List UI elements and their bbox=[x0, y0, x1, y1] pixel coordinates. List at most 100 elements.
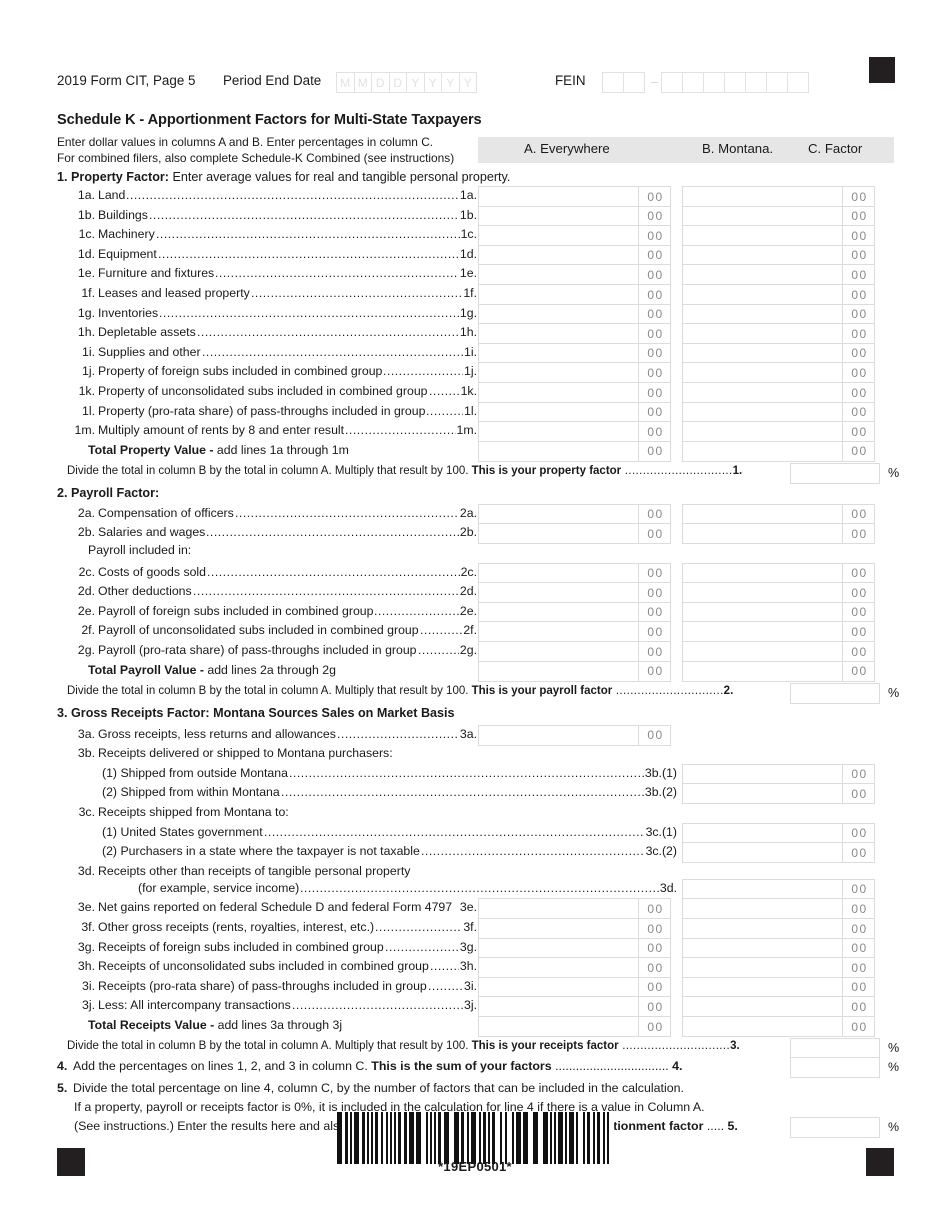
char-box-6[interactable] bbox=[787, 72, 809, 93]
amount-field-column-a[interactable]: 00 bbox=[478, 303, 671, 325]
amount-field-column-a[interactable]: 00 bbox=[478, 1016, 671, 1037]
amount-field-column-a[interactable]: 00 bbox=[478, 362, 671, 384]
amount-field-column-a[interactable]: 00 bbox=[478, 660, 671, 682]
amount-field-column-a[interactable]: 00 bbox=[478, 205, 671, 227]
amount-field-column-b[interactable]: 00 bbox=[682, 284, 875, 305]
amount-field-column-b[interactable]: 00 bbox=[682, 440, 875, 462]
form-page: 2019 Form CIT, Page 5 Period End Date MM… bbox=[0, 0, 950, 1230]
char-box-0[interactable] bbox=[602, 72, 624, 93]
amount-field-column-b[interactable]: 00 bbox=[682, 186, 875, 207]
amount-field-column-a[interactable]: 00 bbox=[478, 401, 671, 423]
line-row-total-payroll: Total Payroll Value - add lines 2a throu… bbox=[57, 660, 897, 682]
amount-field-column-a[interactable]: 00 bbox=[478, 503, 671, 525]
amount-field-column-b[interactable]: 00 bbox=[682, 1016, 875, 1037]
amount-field-column-a[interactable]: 00 bbox=[478, 342, 671, 364]
line-caption: Multiply amount of rents by 8 and enter … bbox=[98, 423, 345, 438]
amount-field-column-b[interactable]: 00 bbox=[682, 225, 875, 247]
amount-field-column-b[interactable]: 00 bbox=[682, 382, 875, 403]
percent-field[interactable] bbox=[790, 462, 880, 484]
amount-field-column-a[interactable]: 00 bbox=[478, 582, 671, 604]
char-box-6[interactable]: Y bbox=[441, 72, 460, 93]
char-box-1[interactable] bbox=[682, 72, 704, 93]
amount-field-column-b[interactable]: 00 bbox=[682, 763, 875, 785]
char-box-1[interactable] bbox=[623, 72, 645, 93]
amount-field-column-b[interactable]: 00 bbox=[682, 842, 875, 864]
amount-field-column-a[interactable]: 00 bbox=[478, 225, 671, 247]
amount-field-column-a[interactable]: 00 bbox=[478, 898, 671, 920]
amount-field-column-b[interactable]: 00 bbox=[682, 601, 875, 623]
amount-field-column-a[interactable]: 00 bbox=[478, 918, 671, 939]
char-box-4[interactable]: Y bbox=[406, 72, 425, 93]
amount-field-column-b[interactable]: 00 bbox=[682, 898, 875, 920]
amount-field-column-b[interactable]: 00 bbox=[682, 937, 875, 959]
cents-placeholder: 00 bbox=[638, 226, 670, 246]
percent-field[interactable] bbox=[790, 1038, 880, 1059]
char-box-0[interactable] bbox=[661, 72, 683, 93]
char-box-1[interactable]: M bbox=[353, 72, 372, 93]
amount-field-column-b[interactable]: 00 bbox=[682, 660, 875, 682]
percent-sign: % bbox=[888, 465, 900, 480]
amount-field-column-a[interactable]: 00 bbox=[478, 284, 671, 305]
amount-field-column-b[interactable]: 00 bbox=[682, 264, 875, 286]
amount-field-column-b[interactable]: 00 bbox=[682, 205, 875, 227]
amount-field-column-b[interactable]: 00 bbox=[682, 918, 875, 939]
char-box-4[interactable] bbox=[745, 72, 767, 93]
amount-field-column-b[interactable]: 00 bbox=[682, 783, 875, 805]
line-number: 2b. bbox=[77, 525, 95, 540]
amount-field-column-b[interactable]: 00 bbox=[682, 401, 875, 423]
line-number: 1i. bbox=[82, 344, 95, 359]
amount-field-column-a[interactable]: 00 bbox=[478, 562, 671, 584]
amount-field-column-a[interactable]: 00 bbox=[478, 641, 671, 662]
period-end-date-input[interactable]: MMDDYYYY bbox=[336, 72, 477, 93]
amount-field-column-b[interactable]: 00 bbox=[682, 342, 875, 364]
line-number: 1g. bbox=[77, 305, 95, 320]
amount-field-column-b[interactable]: 00 bbox=[682, 996, 875, 1018]
amount-field-column-a[interactable]: 00 bbox=[478, 937, 671, 959]
fein-suffix-input[interactable] bbox=[661, 72, 809, 93]
amount-field-column-b[interactable]: 00 bbox=[682, 976, 875, 998]
amount-field-column-a[interactable]: 00 bbox=[478, 976, 671, 998]
percent-field[interactable] bbox=[790, 1057, 880, 1078]
cents-placeholder: 00 bbox=[638, 899, 670, 919]
amount-field-column-a[interactable]: 00 bbox=[478, 523, 671, 545]
char-box-5[interactable]: Y bbox=[423, 72, 442, 93]
char-box-5[interactable] bbox=[766, 72, 788, 93]
amount-field-column-a[interactable]: 00 bbox=[478, 440, 671, 462]
amount-field-column-b[interactable]: 00 bbox=[682, 878, 875, 900]
amount-field-column-b[interactable]: 00 bbox=[682, 523, 875, 545]
fein-prefix-input[interactable] bbox=[602, 72, 645, 93]
char-box-3[interactable]: D bbox=[388, 72, 407, 93]
amount-field-column-b[interactable]: 00 bbox=[682, 323, 875, 345]
amount-field-column-b[interactable]: 00 bbox=[682, 503, 875, 525]
char-box-2[interactable]: D bbox=[371, 72, 390, 93]
amount-field-column-b[interactable]: 00 bbox=[682, 362, 875, 384]
amount-field-column-b[interactable]: 00 bbox=[682, 582, 875, 604]
amount-field-column-b[interactable]: 00 bbox=[682, 957, 875, 979]
amount-field-column-b[interactable]: 00 bbox=[682, 562, 875, 584]
amount-field-column-a[interactable]: 00 bbox=[478, 323, 671, 345]
amount-field-column-b[interactable]: 00 bbox=[682, 421, 875, 443]
line-caption: Leases and leased property bbox=[98, 286, 250, 300]
amount-field-column-a[interactable]: 00 bbox=[478, 421, 671, 443]
amount-field-column-b[interactable]: 00 bbox=[682, 641, 875, 662]
amount-field-column-a[interactable]: 00 bbox=[478, 244, 671, 266]
amount-field-column-a[interactable]: 00 bbox=[478, 382, 671, 403]
amount-field-column-b[interactable]: 00 bbox=[682, 244, 875, 266]
char-box-0[interactable]: M bbox=[336, 72, 355, 93]
amount-field-column-a[interactable]: 00 bbox=[478, 957, 671, 979]
amount-field-column-a[interactable]: 00 bbox=[478, 264, 671, 286]
amount-field-column-b[interactable]: 00 bbox=[682, 303, 875, 325]
line-label: 1b. Buildings 1b..........................… bbox=[67, 208, 477, 225]
amount-field-column-a[interactable]: 00 bbox=[478, 601, 671, 623]
char-box-2[interactable] bbox=[703, 72, 725, 93]
amount-field-column-a[interactable]: 00 bbox=[478, 724, 671, 746]
amount-field-column-b[interactable]: 00 bbox=[682, 621, 875, 643]
dot-leader: ........................................… bbox=[430, 959, 459, 974]
amount-field-column-a[interactable]: 00 bbox=[478, 621, 671, 643]
amount-field-column-a[interactable]: 00 bbox=[478, 996, 671, 1018]
amount-field-column-a[interactable]: 00 bbox=[478, 186, 671, 207]
amount-field-column-b[interactable]: 00 bbox=[682, 822, 875, 844]
char-box-7[interactable]: Y bbox=[458, 72, 477, 93]
char-box-3[interactable] bbox=[724, 72, 746, 93]
percent-field[interactable] bbox=[790, 682, 880, 704]
